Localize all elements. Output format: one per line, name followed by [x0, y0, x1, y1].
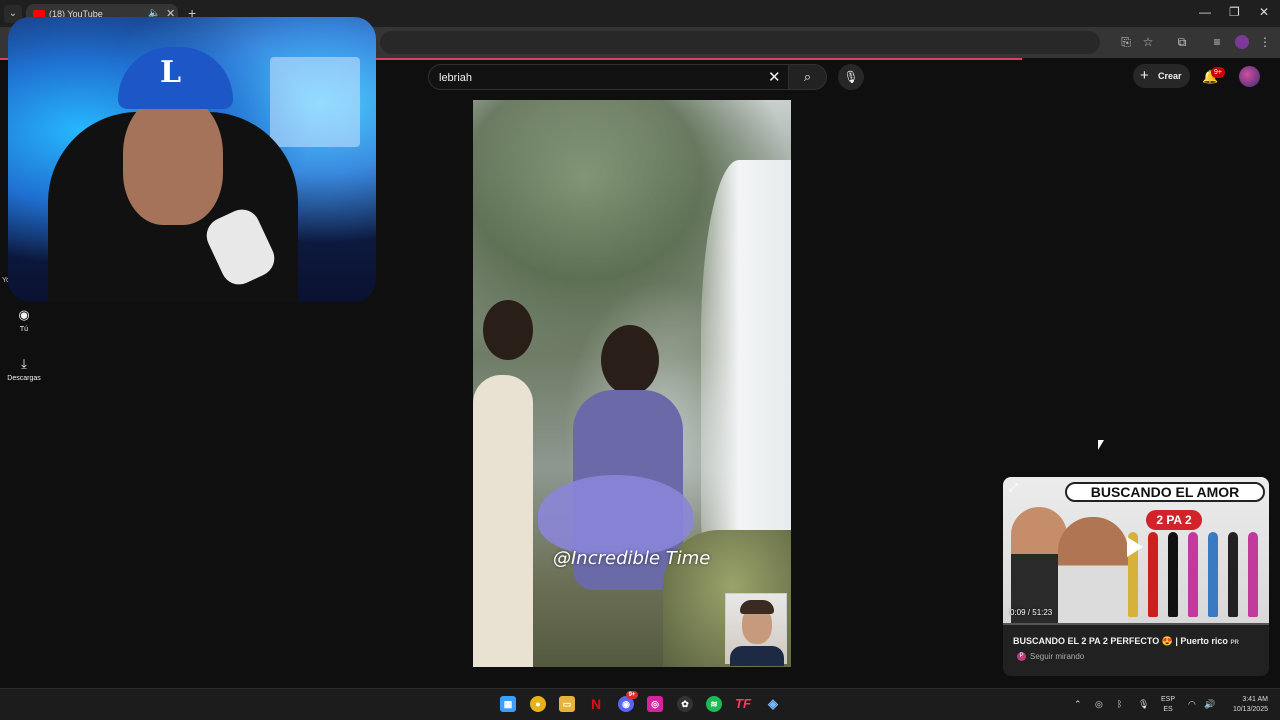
mini-status: Seguir mirando	[1030, 652, 1085, 661]
bluetooth-icon[interactable]: ᛒ	[1117, 699, 1122, 709]
video-person-left-head	[483, 300, 533, 360]
channel-icon: P	[1017, 652, 1026, 661]
thumb-banner: BUSCANDO EL AMOR	[1065, 482, 1265, 502]
reaction-cam	[725, 593, 787, 666]
chrome-icon[interactable]: ●	[530, 696, 546, 712]
microphone-icon: 🎙	[843, 70, 859, 84]
mini-time: 0:09 / 51:23	[1010, 608, 1053, 617]
tiktok-icon[interactable]: TF	[735, 696, 751, 712]
browser-menu-icon[interactable]: ⋮	[1258, 35, 1272, 49]
language-indicator[interactable]: ESP ES	[1161, 695, 1175, 715]
notifications-badge: 9+	[1211, 67, 1225, 78]
cap-logo: L	[160, 55, 182, 90]
bookmark-star-icon[interactable]: ☆	[1141, 35, 1155, 49]
install-app-icon[interactable]: ⎘	[1119, 35, 1133, 49]
mic-tray-icon[interactable]: 🎙	[1138, 699, 1149, 710]
clear-search-icon[interactable]: ✕	[768, 68, 781, 86]
reactor-body	[730, 646, 784, 666]
extensions-icon[interactable]: ⧉	[1175, 35, 1189, 49]
sidebar-item-label: Tú	[19, 326, 29, 333]
play-icon[interactable]	[1127, 537, 1143, 557]
browser-profile-avatar[interactable]	[1235, 35, 1249, 49]
background-shelf	[270, 57, 360, 147]
video-caption: @Incredible Time	[553, 548, 711, 569]
thumb-figure	[1228, 532, 1238, 617]
lang-bottom: ES	[1163, 706, 1173, 713]
sidebar-item-label: Descargas	[7, 375, 41, 382]
close-icon[interactable]: ✕	[1259, 5, 1269, 19]
video-person-left	[473, 375, 533, 667]
search-input[interactable]	[439, 69, 759, 87]
search-button[interactable]: ⌕	[789, 64, 827, 90]
clock[interactable]: 3:41 AM 10/13/2025	[1222, 695, 1268, 715]
thumb-figure	[1148, 532, 1158, 617]
windows-start-icon[interactable]: ▦	[500, 696, 516, 712]
mini-player-thumbnail[interactable]: BUSCANDO EL AMOR 2 PA 2 ⤢ ✕ 0:09 / 51:23	[1003, 477, 1269, 625]
app-icon[interactable]: ◈	[765, 696, 781, 712]
voice-search-button[interactable]: 🎙	[838, 64, 864, 90]
streamer-face	[123, 95, 223, 225]
sidebar-item-downloads[interactable]: ⤓ Descargas	[0, 356, 48, 382]
file-explorer-icon[interactable]: ▭	[559, 696, 575, 712]
screen: ⌄ (18) YouTube 🔈 ✕ + — ❐ ✕ ⎘ ☆ ⧉ ≡ ⋮ Yo …	[0, 0, 1280, 720]
mini-title-suffix: PR	[1230, 640, 1239, 646]
short-video-player[interactable]: @Incredible Time	[473, 100, 791, 667]
mini-close-icon[interactable]: ✕	[1249, 481, 1259, 495]
video-person-center-head	[601, 325, 659, 395]
expand-icon[interactable]: ⤢	[1009, 482, 1018, 495]
lang-top: ESP	[1161, 696, 1176, 703]
discord-badge: 9+	[626, 691, 638, 699]
webcam-overlay: L	[8, 17, 376, 302]
avatar[interactable]	[1239, 66, 1260, 87]
thumb-person-2	[1058, 517, 1128, 625]
clock-time: 3:41 AM	[1242, 696, 1268, 703]
network-globe-icon[interactable]: ◎	[1095, 699, 1103, 710]
search-icon: ⌕	[803, 69, 812, 84]
clock-date: 10/13/2025	[1232, 706, 1268, 713]
account-icon: ◉	[18, 307, 30, 322]
thumb-pill: 2 PA 2	[1146, 510, 1202, 530]
thumb-figure	[1208, 532, 1218, 617]
mini-video-title[interactable]: BUSCANDO EL 2 PA 2 PERFECTO 😍 | Puerto r…	[1013, 636, 1239, 647]
create-button[interactable]: + Crear	[1133, 64, 1190, 88]
mini-title-text: BUSCANDO EL 2 PA 2 PERFECTO 😍 | Puerto r…	[1013, 636, 1228, 646]
mini-player[interactable]: BUSCANDO EL AMOR 2 PA 2 ⤢ ✕ 0:09 / 51:23…	[1003, 477, 1269, 676]
mini-progress-bar[interactable]	[1003, 623, 1269, 625]
mini-progress-fill	[1003, 623, 1005, 625]
netflix-icon[interactable]: N	[588, 696, 604, 712]
spotify-icon[interactable]: ≋	[706, 696, 722, 712]
download-icon: ⤓	[21, 356, 27, 371]
windows-taskbar: ▦ ● ▭ N ◉ 9+ ◎ ✿ ≋ TF ◈ ⌃ ◎ ᛒ 🎙 ESP ES ◠…	[0, 688, 1280, 720]
thumb-figure	[1188, 532, 1198, 617]
thumb-figure	[1168, 532, 1178, 617]
maximize-icon[interactable]: ❐	[1229, 5, 1240, 19]
chatgpt-icon[interactable]: ✿	[677, 696, 693, 712]
create-label: Crear	[1158, 71, 1182, 81]
minimize-icon[interactable]: —	[1199, 5, 1211, 19]
wifi-icon[interactable]: ◠	[1188, 699, 1196, 710]
media-controls-icon[interactable]: ≡	[1210, 35, 1224, 49]
search-box[interactable]: ✕	[428, 64, 789, 90]
reactor-hair	[740, 600, 774, 614]
mouse-cursor	[1098, 440, 1104, 450]
volume-icon[interactable]: 🔊	[1204, 699, 1215, 710]
video-skirt	[538, 475, 693, 555]
thumb-figure	[1248, 532, 1258, 617]
tray-overflow-icon[interactable]: ⌃	[1074, 699, 1082, 710]
instagram-icon[interactable]: ◎	[647, 696, 663, 712]
plus-icon: +	[1140, 67, 1149, 84]
address-bar[interactable]	[380, 31, 1100, 54]
sidebar-item-you[interactable]: ◉ Tú	[0, 307, 48, 333]
